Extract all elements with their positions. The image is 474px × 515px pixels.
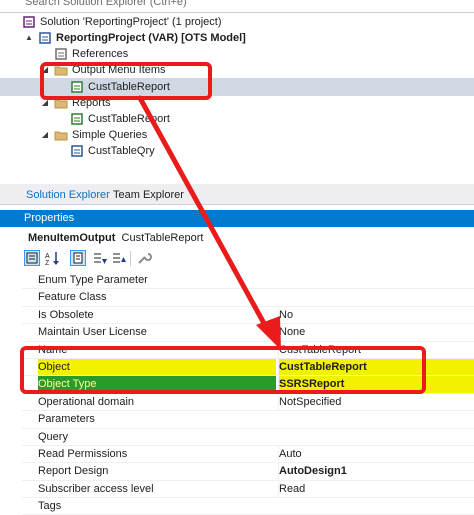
- project-icon: [38, 31, 52, 45]
- annotation-box-menu-item: [40, 62, 212, 100]
- property-row[interactable]: Parameters: [22, 411, 474, 429]
- expander-icon[interactable]: ▲: [24, 30, 34, 46]
- object-name: CustTableReport: [121, 232, 204, 244]
- tree-item-label: Solution 'ReportingProject' (1 project): [40, 16, 222, 28]
- property-row[interactable]: Is Obsolete No: [22, 306, 474, 325]
- search-input[interactable]: Search Solution Explorer (Ctrl+é): [0, 0, 474, 13]
- svg-text:A: A: [45, 253, 50, 260]
- wrench-icon[interactable]: [136, 250, 152, 266]
- object-type: MenuItemOutput: [28, 232, 116, 244]
- property-name: Enum Type Parameter: [38, 274, 148, 286]
- tree-item[interactable]: CustTableQry: [0, 143, 474, 159]
- tree-item[interactable]: Solution 'ReportingProject' (1 project): [0, 14, 474, 30]
- property-name: Report Design: [38, 465, 109, 478]
- property-row[interactable]: Tags: [22, 498, 474, 515]
- references-icon: [54, 47, 68, 61]
- property-name: Parameters: [38, 413, 95, 426]
- svg-text:Z: Z: [45, 260, 50, 266]
- tree-item-label: References: [72, 48, 129, 60]
- properties-header: Properties: [0, 210, 474, 227]
- tree-item-label: CustTableQry: [88, 145, 155, 157]
- tree-item-label: CustTableReport: [88, 113, 170, 125]
- alphabetical-icon[interactable]: A Z: [44, 250, 60, 266]
- tree-item[interactable]: References: [0, 46, 474, 62]
- property-name: Maintain User License: [38, 326, 147, 339]
- tree-item[interactable]: CustTableReport: [0, 111, 474, 127]
- property-row[interactable]: Read Permissions Auto: [22, 445, 474, 464]
- tab-strip: Solution Explorer Team Explorer: [0, 184, 474, 205]
- solution-icon: [22, 15, 36, 29]
- property-value[interactable]: AutoDesign1: [278, 463, 474, 480]
- property-value[interactable]: Read: [278, 480, 474, 498]
- property-row[interactable]: Operational domain NotSpecified: [22, 393, 474, 412]
- tree-item[interactable]: ◢ Simple Queries: [0, 127, 474, 143]
- expander-icon[interactable]: ◢: [40, 127, 50, 143]
- search-placeholder: Search Solution Explorer (Ctrl+é): [25, 0, 187, 8]
- report-icon: [70, 112, 84, 126]
- tree-item-label: Simple Queries: [72, 129, 148, 141]
- property-name: Operational domain: [38, 395, 135, 408]
- property-row[interactable]: Query: [22, 429, 474, 446]
- property-value[interactable]: Auto: [278, 445, 474, 463]
- properties-title: Properties: [24, 212, 75, 224]
- tree-item-label: ReportingProject (VAR) [OTS Model]: [56, 32, 246, 44]
- property-row[interactable]: Maintain User License None: [22, 324, 474, 342]
- property-row[interactable]: Enum Type Parameter: [22, 272, 474, 290]
- property-name: Tags: [38, 500, 62, 513]
- property-value[interactable]: NotSpecified: [278, 393, 474, 411]
- properties-toolbar: A Z: [0, 248, 474, 270]
- property-name: Is Obsolete: [38, 308, 94, 321]
- tab-team-explorer[interactable]: Team Explorer: [109, 187, 188, 204]
- property-name: Read Permissions: [38, 447, 128, 460]
- folder-icon: [54, 128, 68, 142]
- annotation-box-object-fields: [20, 346, 426, 394]
- tab-solution-explorer[interactable]: Solution Explorer: [22, 187, 114, 204]
- property-value[interactable]: No: [278, 306, 474, 324]
- sort-ascending-icon[interactable]: [111, 250, 127, 266]
- property-name: Query: [38, 430, 68, 443]
- property-row[interactable]: Subscriber access level Read: [22, 480, 474, 499]
- property-row[interactable]: Report Design AutoDesign1: [22, 463, 474, 481]
- properties-page-icon[interactable]: [70, 250, 86, 266]
- object-selector[interactable]: MenuItemOutput CustTableReport: [28, 231, 203, 246]
- toolbar-separator: [130, 251, 131, 266]
- property-name: Subscriber access level: [38, 482, 154, 495]
- property-row[interactable]: Feature Class: [22, 289, 474, 307]
- sort-descending-icon[interactable]: [92, 250, 108, 266]
- property-value[interactable]: None: [278, 324, 474, 341]
- tree-item[interactable]: ▲ ReportingProject (VAR) [OTS Model]: [0, 30, 474, 46]
- query-icon: [70, 144, 84, 158]
- property-name: Feature Class: [38, 291, 107, 304]
- categorized-icon[interactable]: [24, 250, 40, 266]
